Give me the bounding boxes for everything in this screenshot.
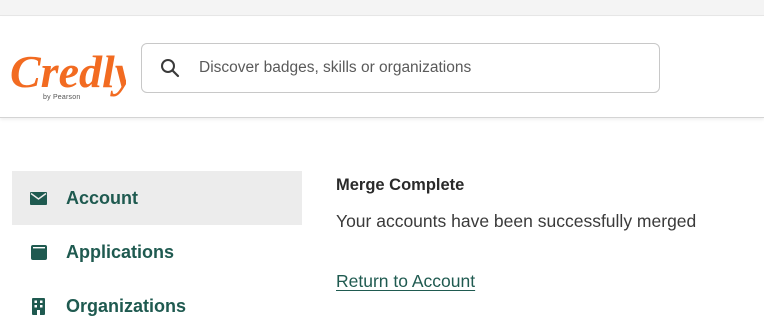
credly-logo[interactable]: Credly by Pearson: [10, 43, 126, 107]
settings-sidebar: Account Applications Organizations: [12, 171, 302, 333]
merge-result-panel: Merge Complete Your accounts have been s…: [336, 173, 756, 293]
site-header: Credly by Pearson: [0, 17, 764, 118]
sidebar-item-organizations[interactable]: Organizations: [12, 279, 302, 333]
sidebar-item-account[interactable]: Account: [12, 171, 302, 225]
search-icon: [159, 57, 181, 79]
envelope-icon: [30, 190, 47, 207]
building-icon: [30, 297, 47, 315]
search-bar[interactable]: [141, 43, 660, 93]
success-message: Your accounts have been successfully mer…: [336, 211, 697, 231]
return-to-account-link[interactable]: Return to Account: [336, 269, 475, 293]
search-input[interactable]: [199, 59, 639, 77]
logo-wordmark: Credly: [10, 46, 126, 97]
browser-top-strip: [0, 0, 764, 16]
sidebar-item-label: Applications: [66, 241, 175, 262]
app-window-icon: [30, 244, 47, 261]
sidebar-item-applications[interactable]: Applications: [12, 225, 302, 279]
page-title: Merge Complete: [336, 176, 465, 194]
sidebar-item-label: Account: [66, 187, 138, 208]
logo-byline: by Pearson: [43, 94, 81, 101]
sidebar-item-label: Organizations: [66, 295, 187, 316]
